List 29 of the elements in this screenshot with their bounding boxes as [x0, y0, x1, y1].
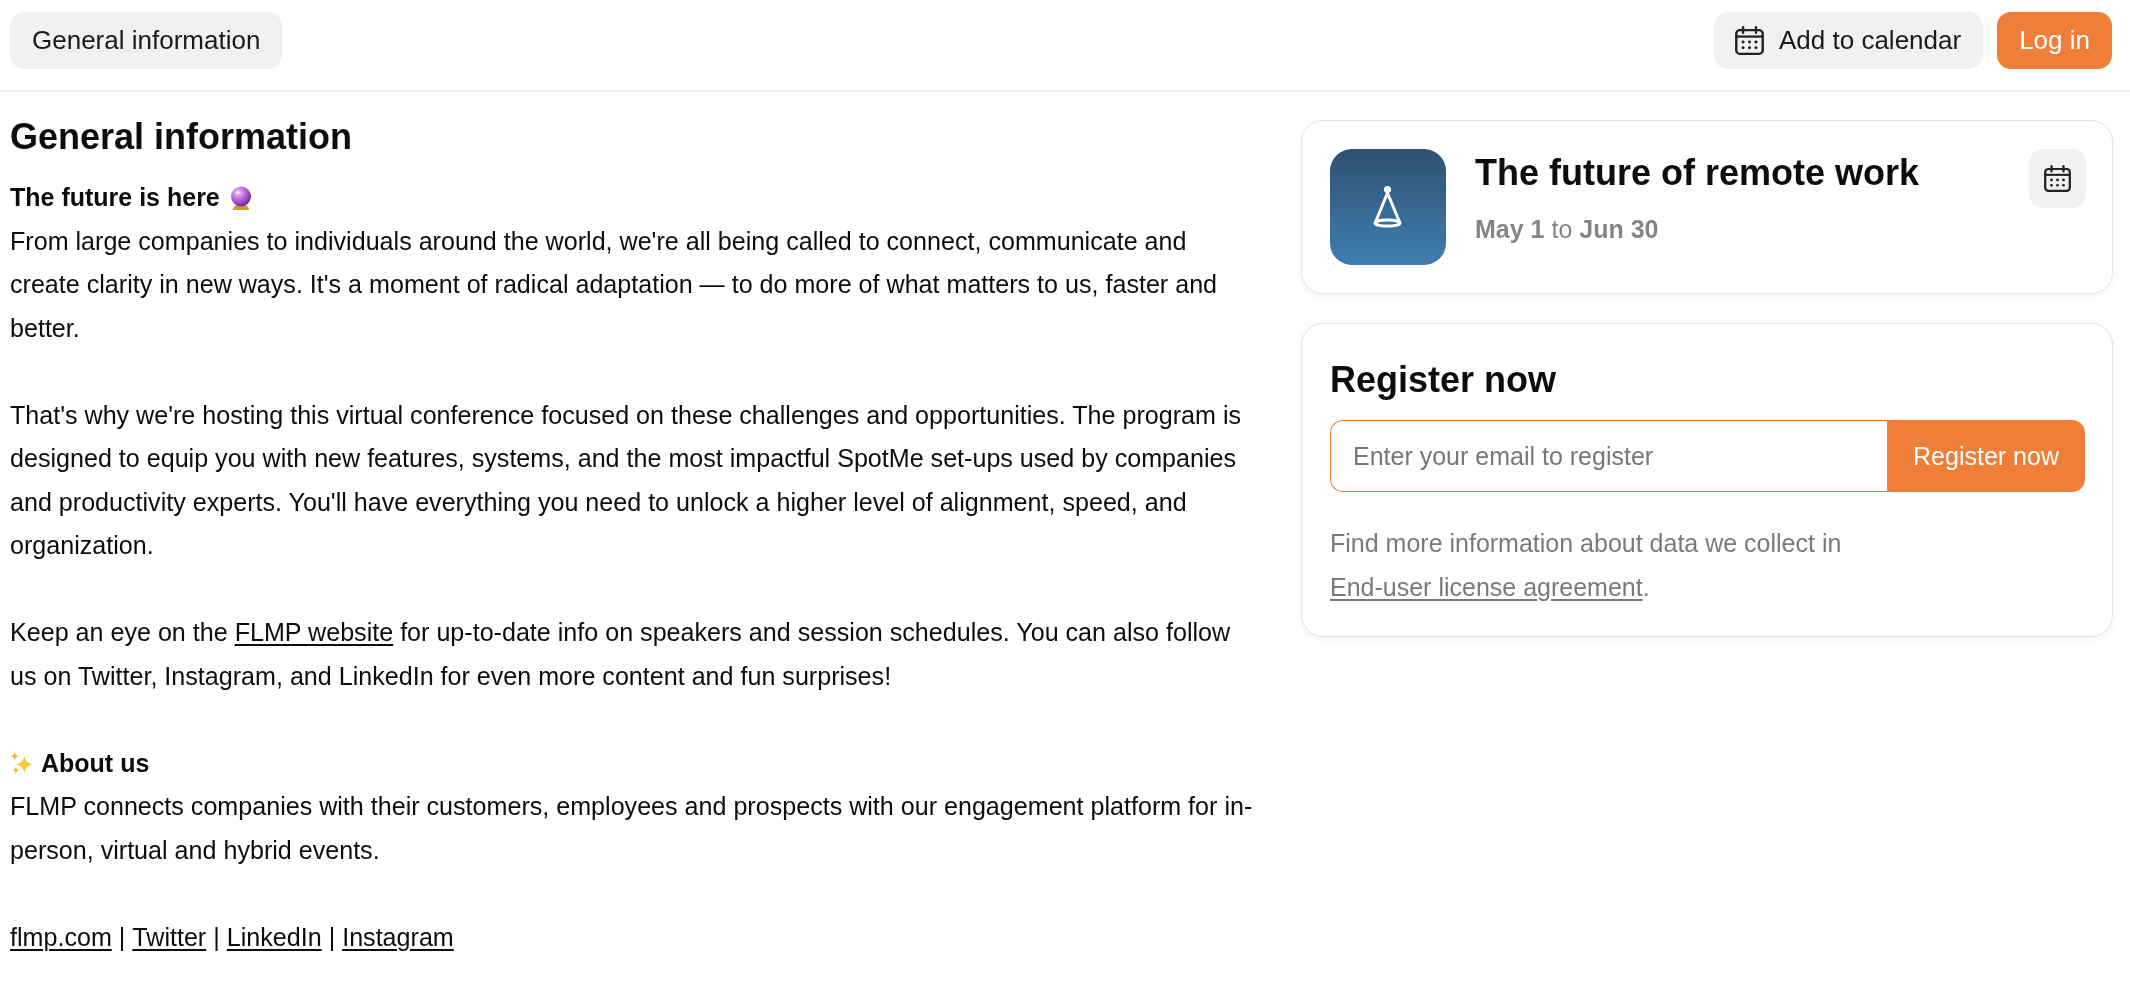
section-heading: The future is here	[10, 182, 220, 213]
footer-link[interactable]: Twitter	[132, 915, 207, 959]
separator-text: |	[328, 921, 336, 953]
privacy-note: Find more information about data we collect in End-user license agreement.	[1330, 528, 1843, 603]
separator-text: |	[213, 921, 220, 953]
add-to-calendar-button[interactable]: Add to calendar	[1714, 12, 1984, 69]
section-button[interactable]: General information	[10, 12, 283, 69]
body-paragraph: That's why we're hosting this virtual conference focused on these challenges and opportunities. The program is designed to equip you with new features, systems, and the most impactful SpotMe set-ups used by companies and productivity experts. You'll have everything you need to unlock a higher level of alignment, speed, and organization.	[10, 399, 1243, 561]
license-link[interactable]: End-user license agreement	[1330, 572, 1643, 601]
body-paragraph: Keep an eye on the FLMP website for up-to-date info on speakers and session schedules. You can also follow us on Twitter, Instagram, and LinkedIn for even more content and fun surprises!	[10, 617, 1232, 692]
email-field[interactable]: Enter your email to register	[1330, 420, 1887, 492]
calendar-button[interactable]	[2029, 149, 2086, 208]
website-link[interactable]: FLMP website	[234, 618, 394, 646]
footer-link[interactable]: LinkedIn	[226, 915, 322, 959]
register-heading: Register now	[1330, 358, 1558, 401]
party-hat-icon	[1330, 149, 1446, 265]
sparkles-icon	[10, 752, 33, 775]
crystal-ball-icon	[229, 185, 252, 210]
calendar-icon	[2044, 165, 2071, 192]
separator-text: |	[118, 921, 126, 953]
footer-link[interactable]: flmp.com	[10, 915, 112, 959]
body-paragraph: FLMP connects companies with their customers, employees and prospects with our engagement platform for in-person, virtual and hybrid events.	[10, 791, 1254, 866]
section-heading: About us	[41, 747, 150, 779]
page-heading: General information	[10, 115, 354, 159]
footer-link[interactable]: Instagram	[342, 915, 454, 959]
body-paragraph: From large companies to individuals around the world, we're all being called to connect, communicate and create clarity in new ways. It's a moment of radical adaptation — to do more of what matters to us, faster and better.	[10, 225, 1219, 344]
event-dates: May 1 to Jun 30	[1475, 214, 1660, 245]
event-title: The future of remote work	[1475, 151, 1921, 195]
calendar-icon	[1735, 26, 1764, 55]
